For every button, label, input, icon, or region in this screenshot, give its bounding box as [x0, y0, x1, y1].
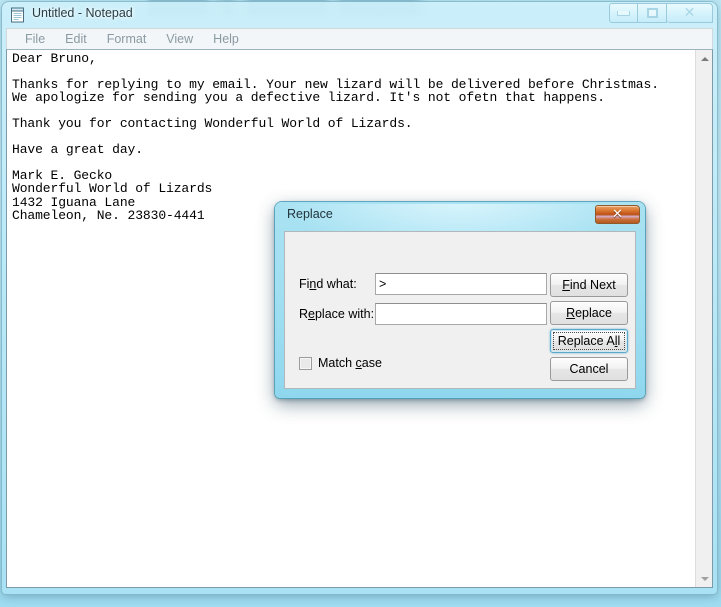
cancel-prefix: Cancel	[569, 362, 609, 376]
desktop-background: Untitled - Notepad ✕ File Edit Format Vi…	[0, 0, 721, 607]
scroll-down-button[interactable]	[696, 570, 712, 587]
vertical-scrollbar[interactable]	[695, 50, 712, 587]
replace-button[interactable]: Replace	[550, 301, 628, 325]
menu-item-file[interactable]: File	[15, 31, 55, 48]
minimize-button[interactable]	[609, 3, 638, 23]
match-case-label: Match case	[318, 356, 382, 370]
dialog-body: Find what: Replace with: Find Next Repla…	[284, 231, 636, 389]
match-case-prefix: Match	[318, 356, 356, 370]
window-controls: ✕	[609, 3, 713, 23]
replace-all-suffix: l	[617, 334, 621, 348]
find-what-label-suffix: d what:	[316, 277, 357, 291]
menu-item-view[interactable]: View	[156, 31, 203, 48]
replace-with-label-suffix: place with:	[314, 307, 375, 321]
maximize-button[interactable]	[638, 3, 667, 23]
replace-with-label: Replace with:	[299, 307, 374, 321]
replace-dialog: Replace ✕ Find what: Replace with: Find …	[275, 202, 645, 398]
scroll-up-button[interactable]	[696, 50, 712, 67]
dialog-title: Replace	[287, 207, 333, 221]
maximize-icon	[646, 8, 658, 18]
dialog-titlebar[interactable]: Replace ✕	[275, 202, 645, 229]
find-next-suffix: ind Next	[569, 278, 616, 292]
match-case-suffix: ase	[361, 356, 382, 370]
replace-with-label-prefix: R	[299, 307, 309, 321]
match-case-checkbox[interactable]: Match case	[299, 356, 382, 370]
replace-suffix: eplace	[575, 306, 612, 320]
window-title: Untitled - Notepad	[32, 6, 133, 20]
find-what-label-prefix: Fi	[299, 277, 310, 291]
scroll-down-icon	[700, 576, 709, 581]
editor-content[interactable]: Dear Bruno, Thanks for replying to my em…	[12, 52, 659, 222]
find-next-button[interactable]: Find Next	[550, 273, 628, 297]
replace-all-prefix: Replace A	[557, 334, 615, 348]
checkbox-box-icon	[299, 356, 312, 370]
menu-item-help[interactable]: Help	[203, 31, 249, 48]
menu-bar: File Edit Format View Help	[6, 28, 713, 49]
menu-item-format[interactable]: Format	[97, 31, 157, 48]
minimize-icon	[617, 10, 630, 16]
close-button[interactable]: ✕	[667, 3, 713, 23]
close-icon: ✕	[683, 5, 696, 21]
find-next-accel: F	[562, 278, 570, 292]
replace-accel: R	[566, 306, 576, 320]
find-what-label: Find what:	[299, 277, 357, 291]
replace-all-button[interactable]: Replace All	[550, 329, 628, 353]
close-icon: ✕	[612, 207, 623, 222]
replace-with-input[interactable]	[375, 303, 547, 325]
scroll-up-icon	[700, 56, 709, 61]
find-what-input[interactable]	[375, 273, 547, 295]
menu-item-edit[interactable]: Edit	[55, 31, 97, 48]
window-titlebar[interactable]: Untitled - Notepad ✕	[2, 2, 717, 28]
cancel-button[interactable]: Cancel	[550, 357, 628, 381]
notepad-icon	[11, 7, 24, 23]
replace-with-label-accel: e	[308, 307, 315, 321]
dialog-close-button[interactable]: ✕	[595, 205, 640, 224]
